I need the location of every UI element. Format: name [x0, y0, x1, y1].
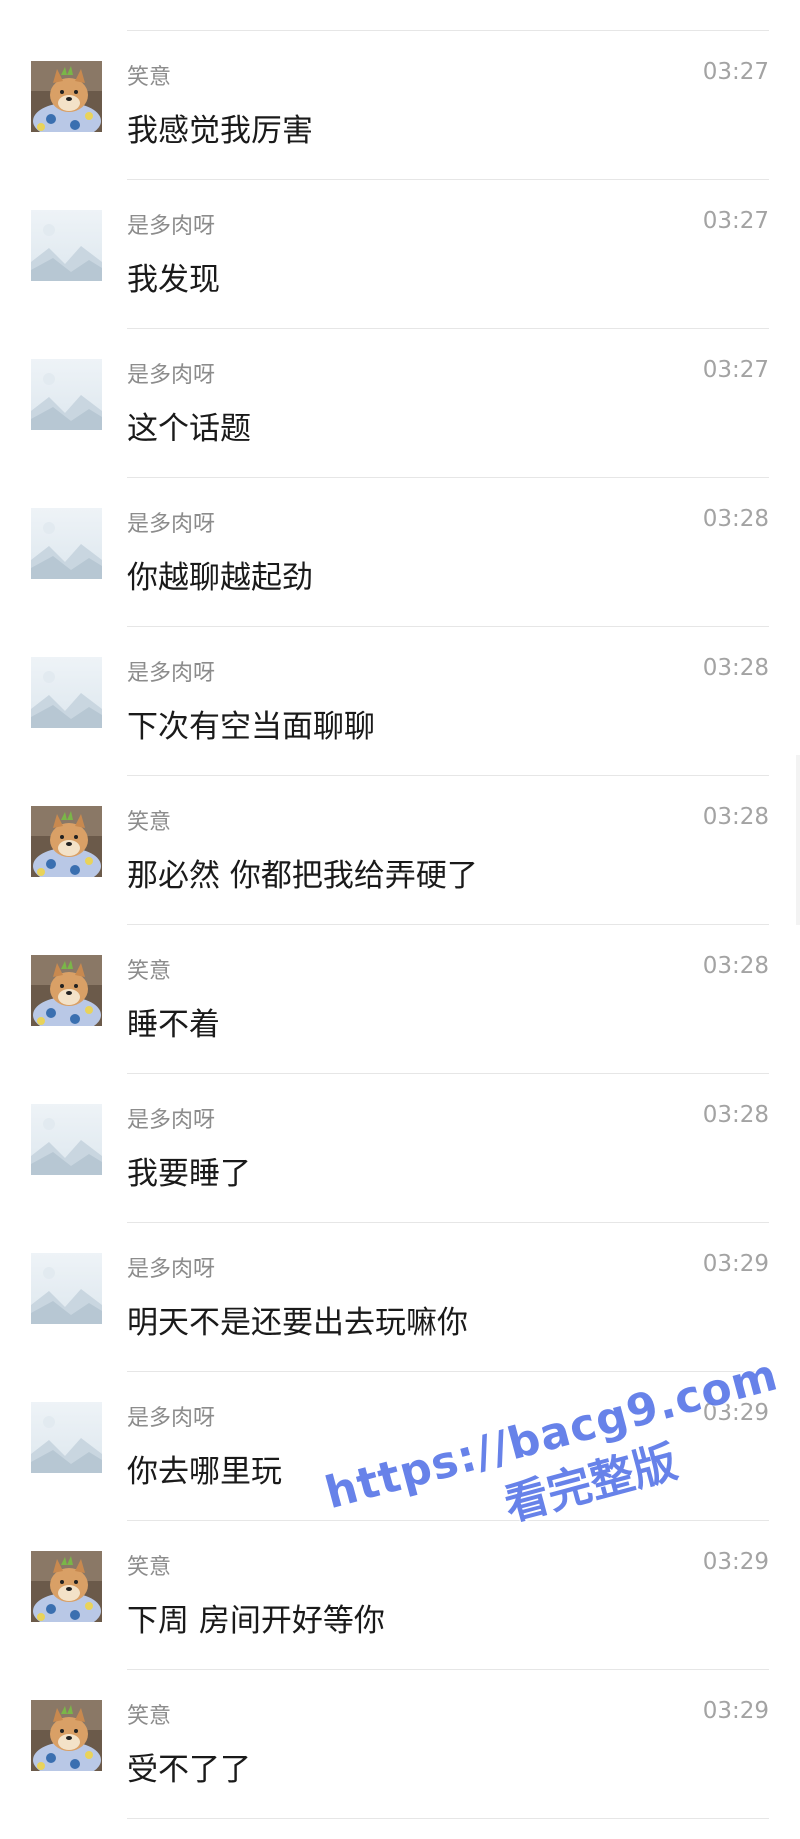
message-text: 我发现: [127, 262, 220, 298]
sender-name: 笑意: [127, 959, 172, 984]
message-time: 03:28: [702, 804, 769, 830]
message-item[interactable]: 是多肉呀 03:27 这个话题: [0, 329, 800, 478]
avatar-placeholder-icon[interactable]: [31, 210, 102, 281]
message-text: 那必然 你都把我给弄硬了: [127, 858, 478, 894]
message-time: 03:28: [702, 655, 769, 681]
message-item[interactable]: 笑意 03:28 那必然 你都把我给弄硬了: [0, 776, 800, 925]
avatar-shiba-dog-icon[interactable]: [31, 1700, 102, 1771]
sender-name: 是多肉呀: [127, 1108, 216, 1133]
sender-name: 笑意: [127, 810, 172, 835]
message-item[interactable]: 哦哦: [0, 0, 800, 31]
avatar-placeholder-icon[interactable]: [31, 1402, 102, 1473]
message-time: 03:29: [702, 1251, 769, 1277]
message-list: 哦哦笑意03:27我感觉我厉害是多肉呀03:27我发现是多肉呀03:27这个话题…: [0, 0, 800, 1819]
message-time: 03:29: [702, 1549, 769, 1575]
message-text: 我感觉我厉害: [127, 113, 313, 149]
avatar-shiba-dog-icon[interactable]: [31, 955, 102, 1026]
avatar-placeholder-icon[interactable]: [31, 1104, 102, 1175]
sender-name: 笑意: [127, 1555, 172, 1580]
message-time: 03:28: [702, 953, 769, 979]
message-item[interactable]: 笑意 03:29 下周 房间开好等你: [0, 1521, 800, 1670]
message-item[interactable]: 是多肉呀 03:29 你去哪里玩: [0, 1372, 800, 1521]
message-item[interactable]: 是多肉呀 03:27 我发现: [0, 180, 800, 329]
message-text: 下次有空当面聊聊: [127, 709, 375, 745]
message-text: 受不了了: [127, 1752, 251, 1788]
avatar-shiba-dog-icon[interactable]: [31, 61, 102, 132]
avatar-placeholder-icon[interactable]: [31, 359, 102, 430]
message-time: 03:27: [702, 208, 769, 234]
message-text: 我要睡了: [127, 1156, 251, 1192]
message-text: 这个话题: [127, 411, 251, 447]
message-text: 你去哪里玩: [127, 1454, 282, 1490]
sender-name: 是多肉呀: [127, 512, 216, 537]
message-item[interactable]: 是多肉呀 03:28 我要睡了: [0, 1074, 800, 1223]
message-time: 03:28: [702, 506, 769, 532]
sender-name: 笑意: [127, 1704, 172, 1729]
avatar-shiba-dog-icon[interactable]: [31, 1551, 102, 1622]
message-item[interactable]: 是多肉呀 03:29 明天不是还要出去玩嘛你: [0, 1223, 800, 1372]
message-time: 03:29: [702, 1400, 769, 1426]
avatar-placeholder-icon[interactable]: [31, 657, 102, 728]
divider: [127, 1818, 769, 1819]
message-text: 睡不着: [127, 1007, 220, 1043]
message-item[interactable]: 笑意 03:27 我感觉我厉害: [0, 31, 800, 180]
avatar-shiba-dog-icon[interactable]: [31, 806, 102, 877]
message-text: 哦哦: [127, 0, 189, 1]
sender-name: 笑意: [127, 65, 172, 90]
avatar-placeholder-icon[interactable]: [31, 1253, 102, 1324]
sender-name: 是多肉呀: [127, 214, 216, 239]
message-item[interactable]: 笑意 03:28 睡不着: [0, 925, 800, 1074]
sender-name: 是多肉呀: [127, 661, 216, 686]
message-time: 03:28: [702, 1102, 769, 1128]
sender-name: 是多肉呀: [127, 363, 216, 388]
message-item[interactable]: 是多肉呀 03:28 下次有空当面聊聊: [0, 627, 800, 776]
scrollbar[interactable]: [796, 755, 800, 925]
message-text: 下周 房间开好等你: [127, 1603, 385, 1639]
message-time: 03:29: [702, 1698, 769, 1724]
message-item[interactable]: 笑意 03:29 受不了了: [0, 1670, 800, 1819]
message-item[interactable]: 是多肉呀 03:28 你越聊越起劲: [0, 478, 800, 627]
avatar-placeholder-icon[interactable]: [31, 508, 102, 579]
sender-name: 是多肉呀: [127, 1406, 216, 1431]
message-text: 你越聊越起劲: [127, 560, 313, 596]
message-time: 03:27: [702, 357, 769, 383]
message-text: 明天不是还要出去玩嘛你: [127, 1305, 468, 1341]
sender-name: 是多肉呀: [127, 1257, 216, 1282]
message-time: 03:27: [702, 59, 769, 85]
